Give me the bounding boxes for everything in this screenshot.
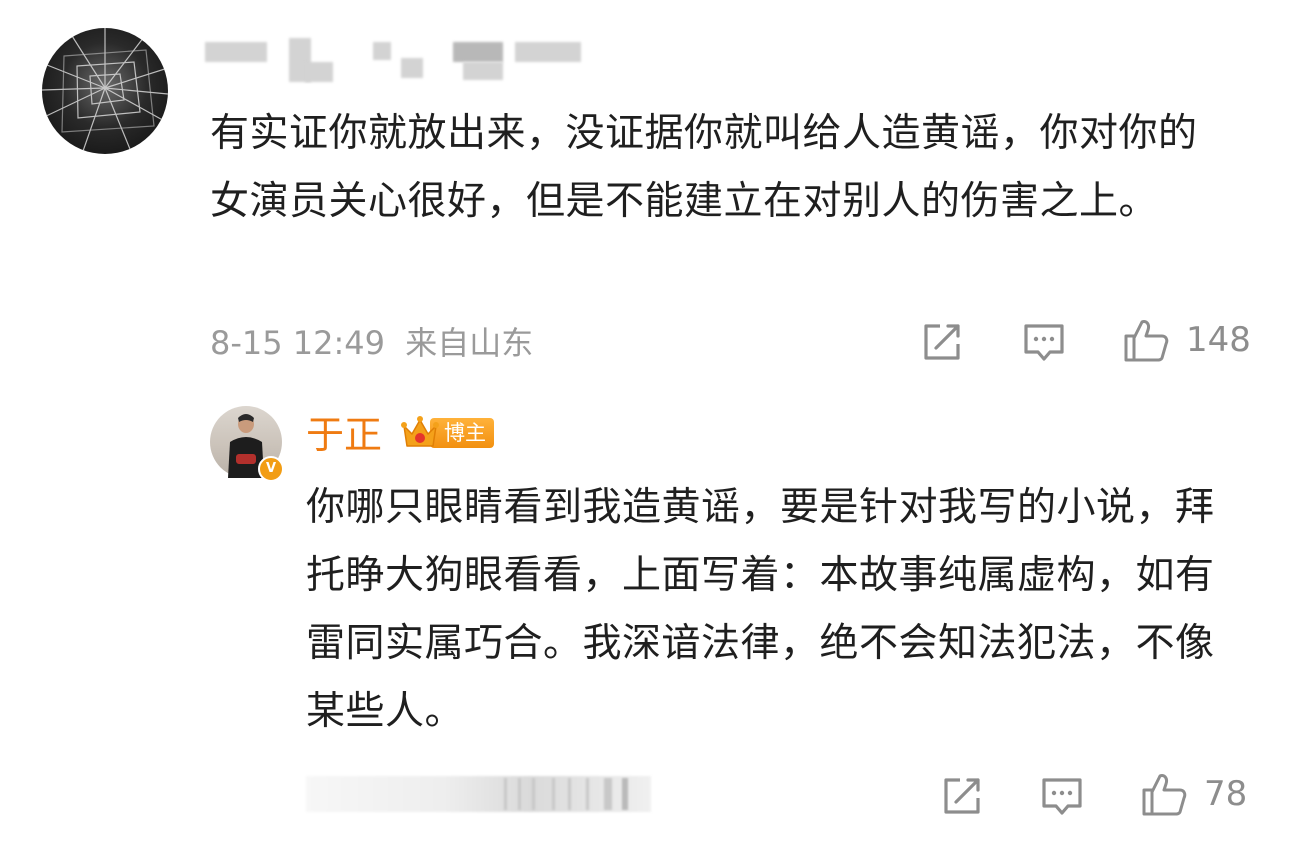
commenter-name-blurred[interactable] bbox=[205, 38, 585, 86]
share-button[interactable] bbox=[920, 320, 964, 364]
reply-meta-blurred bbox=[306, 776, 651, 812]
reply-share-button[interactable] bbox=[940, 774, 984, 818]
comment-location: 来自山东 bbox=[405, 324, 534, 362]
comment-text: 有实证你就放出来，没证据你就叫给人造黄谣，你对你的女演员关心很好，但是不能建立在… bbox=[210, 111, 1198, 224]
comment-icon bbox=[1024, 324, 1064, 361]
blogger-badge: 博主 bbox=[400, 412, 496, 452]
like-count: 148 bbox=[1186, 320, 1251, 360]
crown-icon bbox=[401, 416, 439, 447]
verified-badge-icon: V bbox=[258, 456, 284, 482]
reply-text: 你哪只眼睛看到我造黄谣，要是针对我写的小说，拜托睁大狗眼看看，上面写着：本故事纯… bbox=[306, 485, 1215, 734]
commenter-avatar[interactable] bbox=[42, 28, 168, 154]
comment-icon bbox=[1042, 778, 1082, 815]
reply-author-name[interactable]: 于正 bbox=[306, 404, 382, 459]
comment-meta: 8-15 12:49 来自山东 bbox=[210, 318, 533, 364]
reply-reply-button[interactable] bbox=[1040, 774, 1084, 818]
shattered-glass-avatar-icon bbox=[42, 28, 168, 154]
share-icon bbox=[944, 778, 980, 814]
like-button[interactable] bbox=[1122, 316, 1170, 364]
comment-timestamp: 8-15 12:49 bbox=[210, 324, 386, 362]
reply-like-button[interactable] bbox=[1140, 770, 1188, 818]
reply-button[interactable] bbox=[1022, 320, 1066, 364]
thumbs-up-icon bbox=[1124, 320, 1169, 362]
reply-like-count: 78 bbox=[1204, 774, 1248, 814]
share-icon bbox=[924, 324, 960, 360]
thumbs-up-icon bbox=[1142, 774, 1187, 816]
